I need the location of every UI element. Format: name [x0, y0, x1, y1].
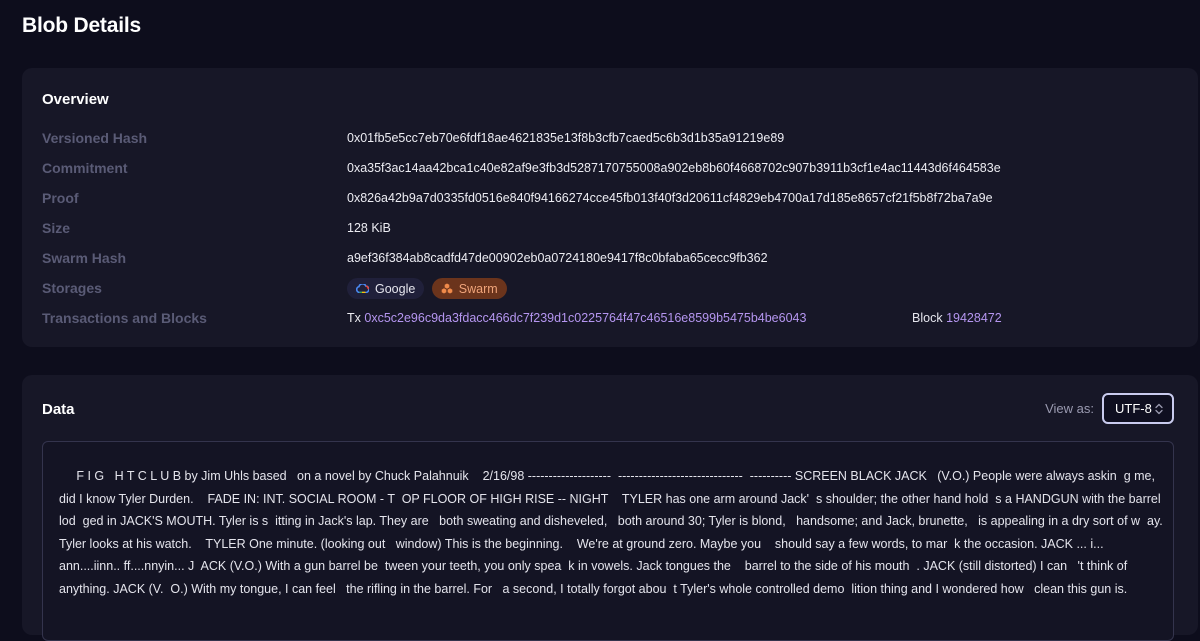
overview-card: Overview Versioned Hash 0x01fb5e5cc7eb70…: [22, 68, 1198, 347]
versioned-hash-value: 0x01fb5e5cc7eb70e6fdf18ae4621835e13f8b3c…: [347, 131, 785, 145]
storages-value: Google Swarm: [347, 278, 511, 300]
blob-data-viewer[interactable]: F I G H T C L U B by Jim Uhls based on a…: [42, 441, 1174, 641]
swarm-hash-label: Swarm Hash: [42, 250, 127, 266]
proof-row: Proof 0x826a42b9a7d0335fd0516e840f941662…: [42, 188, 1182, 208]
size-value: 128 KiB: [347, 221, 391, 235]
tx-prefix: Tx: [347, 311, 361, 325]
versioned-hash-row: Versioned Hash 0x01fb5e5cc7eb70e6fdf18ae…: [42, 128, 1182, 148]
block-value: Block 19428472: [912, 308, 1002, 328]
storage-chip-swarm-label: Swarm: [458, 281, 498, 296]
view-as-control: View as: UTF-8: [1045, 393, 1174, 424]
data-card: Data View as: UTF-8 F I G H T C L U B by…: [22, 375, 1198, 641]
block-prefix: Block: [912, 311, 943, 325]
storages-row: Storages Google Swarm: [42, 278, 1182, 300]
encoding-select[interactable]: UTF-8: [1102, 393, 1174, 424]
versioned-hash-label: Versioned Hash: [42, 130, 148, 146]
storages-label: Storages: [42, 280, 102, 296]
tx-value: Tx 0xc5c2e96c9da3fdacc466dc7f239d1c02257…: [347, 308, 806, 328]
tx-blocks-row: Transactions and Blocks Tx 0xc5c2e96c9da…: [42, 308, 1182, 328]
proof-value: 0x826a42b9a7d0335fd0516e840f94166274cce4…: [347, 191, 993, 205]
page-title: Blob Details: [22, 14, 141, 37]
overview-title: Overview: [42, 91, 109, 108]
chevron-up-down-icon: [1155, 403, 1163, 414]
tx-hash-link[interactable]: 0xc5c2e96c9da3fdacc466dc7f239d1c0225764f…: [364, 311, 806, 325]
commitment-value: 0xa35f3ac14aa42bca1c40e82af9e3fb3d528717…: [347, 161, 1001, 175]
block-number-link[interactable]: 19428472: [946, 311, 1002, 325]
commitment-label: Commitment: [42, 160, 128, 176]
proof-label: Proof: [42, 190, 79, 206]
google-cloud-icon: [356, 284, 369, 294]
swarm-hash-value: a9ef36f384ab8cadfd47de00902eb0a0724180e9…: [347, 251, 768, 265]
data-title: Data: [42, 401, 75, 418]
swarm-icon: [441, 283, 453, 294]
blob-data-text: F I G H T C L U B by Jim Uhls based on a…: [59, 469, 1166, 596]
storage-chip-google-label: Google: [375, 281, 416, 296]
storage-chip-google[interactable]: Google: [347, 278, 425, 300]
encoding-select-value: UTF-8: [1115, 401, 1152, 416]
tx-blocks-label: Transactions and Blocks: [42, 310, 207, 326]
swarm-hash-row: Swarm Hash a9ef36f384ab8cadfd47de00902eb…: [42, 248, 1182, 268]
view-as-label: View as:: [1045, 401, 1094, 416]
size-row: Size 128 KiB: [42, 218, 1182, 238]
storage-chip-swarm[interactable]: Swarm: [431, 278, 507, 300]
size-label: Size: [42, 220, 71, 236]
commitment-row: Commitment 0xa35f3ac14aa42bca1c40e82af9e…: [42, 158, 1182, 178]
